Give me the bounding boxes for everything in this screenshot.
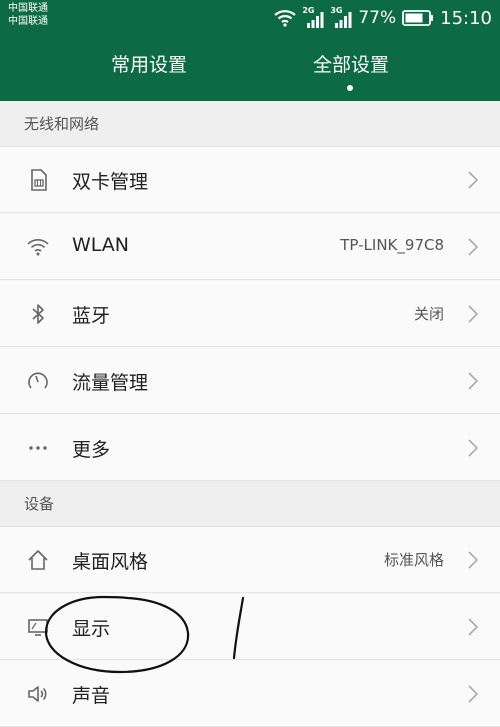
setting-row-display[interactable]: 显示 xyxy=(0,594,500,660)
setting-row-wlan[interactable]: WLAN TP-LINK_97C8 xyxy=(0,214,500,280)
setting-value: 关闭 xyxy=(413,305,444,323)
sim-card-icon xyxy=(26,168,50,192)
wifi-status-icon xyxy=(274,10,297,27)
setting-row-desktop-style[interactable]: 桌面风格 标准风格 xyxy=(0,527,500,593)
settings-tabs: 常用设置 全部设置 xyxy=(0,50,500,92)
setting-label: 显示 xyxy=(72,618,111,640)
tab-common-settings[interactable]: 常用设置 xyxy=(79,50,219,77)
setting-label: 流量管理 xyxy=(72,372,149,394)
setting-label: WLAN xyxy=(72,234,130,256)
section-header-device: 设备 xyxy=(0,481,500,527)
sim2-signal-icon: 3G xyxy=(330,7,352,29)
setting-label: 更多 xyxy=(72,439,111,461)
home-icon xyxy=(26,548,50,572)
chevron-right-icon xyxy=(468,372,479,390)
chevron-right-icon xyxy=(468,238,479,256)
carrier-2-label: 中国联通 xyxy=(8,16,48,27)
chevron-right-icon xyxy=(468,305,479,323)
chevron-right-icon xyxy=(468,685,479,703)
chevron-right-icon xyxy=(468,439,479,457)
tab-all-settings[interactable]: 全部设置 xyxy=(281,50,421,77)
clock: 15:10 xyxy=(440,7,492,29)
setting-row-dual-sim[interactable]: 双卡管理 xyxy=(0,147,500,213)
chevron-right-icon xyxy=(468,171,479,189)
speaker-icon xyxy=(26,682,50,706)
setting-label: 双卡管理 xyxy=(72,171,149,193)
setting-value: 标准风格 xyxy=(383,551,444,569)
chevron-right-icon xyxy=(468,551,479,569)
data-usage-icon xyxy=(26,369,50,393)
chevron-right-icon xyxy=(468,618,479,636)
setting-row-bluetooth[interactable]: 蓝牙 关闭 xyxy=(0,281,500,347)
setting-row-sound[interactable]: 声音 xyxy=(0,661,500,727)
active-tab-indicator xyxy=(347,85,353,91)
sim1-signal-icon: 2G xyxy=(302,7,324,29)
setting-row-more[interactable]: 更多 xyxy=(0,415,500,481)
setting-value: TP-LINK_97C8 xyxy=(340,236,444,254)
carrier-1-label: 中国联通 xyxy=(8,3,48,14)
app-header: 中国联通 中国联通 2G 3G 77% 15:10 常用设置 全部设置 xyxy=(0,0,500,101)
status-indicators: 2G 3G 77% 15:10 xyxy=(274,4,492,32)
status-bar: 中国联通 中国联通 2G 3G 77% 15:10 xyxy=(0,0,500,36)
battery-icon xyxy=(402,10,434,26)
setting-row-data-usage[interactable]: 流量管理 xyxy=(0,348,500,414)
bluetooth-icon xyxy=(26,302,50,326)
battery-percent: 77% xyxy=(358,8,397,28)
section-header-wireless: 无线和网络 xyxy=(0,101,500,147)
display-icon xyxy=(26,615,50,639)
setting-label: 声音 xyxy=(72,685,111,707)
more-dots-icon xyxy=(26,436,50,460)
setting-label: 蓝牙 xyxy=(72,305,111,327)
setting-label: 桌面风格 xyxy=(72,551,149,573)
wifi-icon xyxy=(26,235,50,259)
